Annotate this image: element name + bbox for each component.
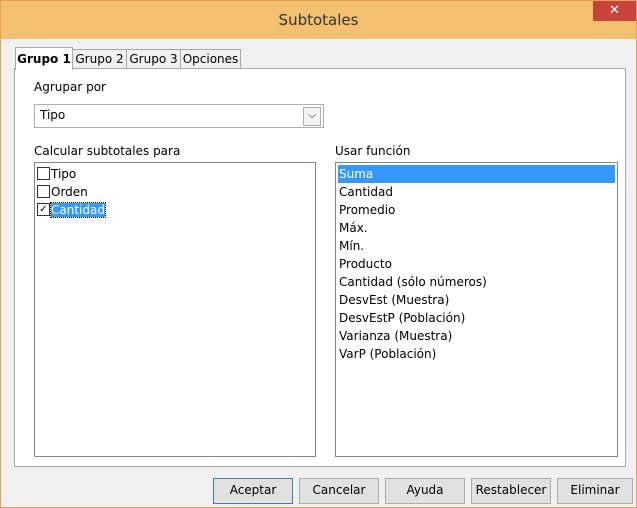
- group-by-select[interactable]: Tipo ⌵: [34, 104, 324, 128]
- list-item[interactable]: Cantidad (sólo números): [338, 273, 615, 291]
- ok-button[interactable]: Aceptar: [213, 478, 293, 504]
- list-item[interactable]: Suma: [338, 165, 615, 183]
- list-item[interactable]: VarP (Población): [338, 345, 615, 363]
- group-by-label: Agrupar por: [34, 80, 106, 94]
- delete-button[interactable]: Eliminar: [557, 478, 633, 504]
- list-item-label: Cantidad: [50, 202, 106, 218]
- list-item[interactable]: Orden: [37, 184, 88, 201]
- reset-button[interactable]: Restablecer: [471, 478, 551, 504]
- close-icon: ✕: [609, 3, 620, 18]
- list-item[interactable]: Cantidad: [338, 183, 615, 201]
- subtotals-for-list[interactable]: Tipo Orden ✓ Cantidad: [34, 162, 316, 457]
- use-function-label: Usar función: [335, 144, 411, 158]
- list-item[interactable]: Promedio: [338, 201, 615, 219]
- group-by-value: Tipo: [40, 108, 66, 122]
- close-button[interactable]: ✕: [593, 1, 636, 21]
- list-item[interactable]: Máx.: [338, 219, 615, 237]
- checkbox[interactable]: [37, 185, 50, 198]
- checkbox[interactable]: ✓: [37, 203, 50, 216]
- subtotals-for-label: Calcular subtotales para: [34, 144, 181, 158]
- tab-opciones[interactable]: Opciones: [180, 49, 241, 69]
- list-item[interactable]: Varianza (Muestra): [338, 327, 615, 345]
- tab-grupo-1[interactable]: Grupo 1: [15, 47, 73, 70]
- tab-grupo-3[interactable]: Grupo 3: [126, 49, 181, 69]
- use-function-list[interactable]: Suma Cantidad Promedio Máx. Mín. Product…: [335, 162, 618, 457]
- list-item[interactable]: DesvEst (Muestra): [338, 291, 615, 309]
- tab-panel: Agrupar por Tipo ⌵ Calcular subtotales p…: [14, 68, 626, 467]
- list-item[interactable]: Mín.: [338, 237, 615, 255]
- help-button[interactable]: Ayuda: [385, 478, 465, 504]
- checkbox[interactable]: [37, 167, 50, 180]
- list-item-label: Tipo: [51, 167, 77, 181]
- chevron-down-icon[interactable]: ⌵: [303, 107, 321, 126]
- list-item-label: Orden: [51, 185, 88, 199]
- check-icon: ✓: [39, 204, 48, 215]
- dialog-title: Subtotales: [278, 11, 359, 29]
- tab-grupo-2[interactable]: Grupo 2: [72, 49, 127, 69]
- list-item[interactable]: DesvEstP (Población): [338, 309, 615, 327]
- title-bar[interactable]: Subtotales ✕: [1, 1, 636, 39]
- list-item[interactable]: Producto: [338, 255, 615, 273]
- list-item[interactable]: ✓ Cantidad: [37, 202, 106, 219]
- subtotals-dialog: Subtotales ✕ Grupo 1 Grupo 2 Grupo 3 Opc…: [0, 0, 637, 508]
- list-item[interactable]: Tipo: [37, 166, 76, 183]
- cancel-button[interactable]: Cancelar: [299, 478, 379, 504]
